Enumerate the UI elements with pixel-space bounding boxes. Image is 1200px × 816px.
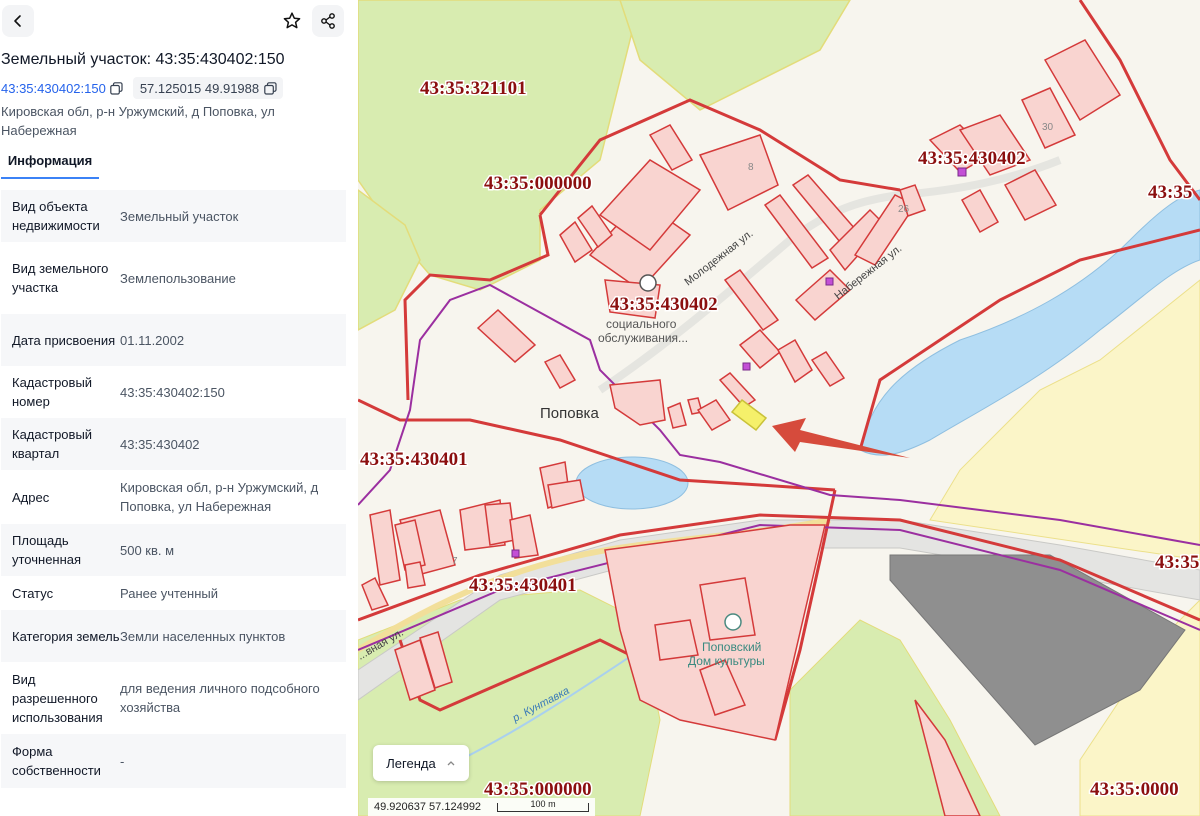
- share-button[interactable]: [312, 5, 344, 37]
- table-row: Категория земель Земли населенных пунктов: [1, 610, 346, 662]
- row-value: 43:35:430402: [120, 436, 200, 452]
- table-row: Кадастровый номер 43:35:430402:150: [1, 366, 346, 418]
- row-key: Вид земельного участка: [12, 261, 109, 295]
- quarter-label: 43:35:430402: [918, 148, 1026, 169]
- row-value: Земельный участок: [120, 208, 239, 224]
- poi-marker: [957, 167, 967, 177]
- cadastral-map[interactable]: 43:35:321101 43:35:000000 43:35:430402 4…: [358, 0, 1200, 816]
- table-row: Вид земельного участка Землепользование: [1, 242, 346, 314]
- poi-marker: [825, 277, 834, 286]
- quarter-label: 43:35:430401: [360, 449, 468, 470]
- row-key: Адрес: [12, 489, 50, 505]
- house-number: 8: [748, 162, 754, 173]
- chevron-up-icon: [447, 761, 455, 766]
- identifier-chips: 43:35:430402:150 57.125015 49.91988: [1, 77, 284, 99]
- table-row: Адрес Кировская обл, р-н Уржумский, д Поп…: [1, 470, 346, 524]
- culture-house-icon: [724, 613, 742, 631]
- table-row: Площадь уточненная 500 кв. м: [1, 524, 346, 576]
- tab-information[interactable]: Информация: [1, 146, 99, 179]
- quarter-label: 43:35: [1148, 182, 1192, 203]
- favorite-button[interactable]: [276, 5, 308, 37]
- row-value: для ведения личного подсобного хозяйства: [120, 681, 320, 715]
- table-row: Вид разрешенного использования для ведени…: [1, 662, 346, 734]
- info-panel: Земельный участок: 43:35:430402:150 43:3…: [0, 0, 358, 816]
- quarter-label: 43:35:430402: [610, 294, 718, 315]
- address-text: Кировская обл, р-н Уржумский, д Поповка,…: [1, 104, 275, 138]
- poi-label: социального: [606, 317, 677, 331]
- coordinates-chip[interactable]: 57.125015 49.91988: [132, 77, 284, 99]
- copy-icon[interactable]: [264, 81, 277, 95]
- scale-label: 100 m: [530, 798, 556, 809]
- chevron-left-icon: [14, 15, 21, 27]
- row-key: Вид объекта недвижимости: [12, 199, 100, 233]
- attributes-table: Вид объекта недвижимости Земельный участо…: [1, 190, 346, 788]
- poi-label: Поповский: [702, 640, 761, 654]
- row-value: -: [120, 753, 125, 769]
- table-row: Форма собственности -: [1, 734, 346, 788]
- row-key: Статус: [12, 585, 54, 601]
- map-canvas[interactable]: 43:35:321101 43:35:000000 43:35:430402 4…: [358, 0, 1200, 816]
- row-key: Категория земель: [12, 628, 120, 644]
- house-number: 30: [1042, 122, 1054, 133]
- cursor-coordinates: 49.920637 57.124992 100 m: [368, 798, 596, 816]
- row-key: Вид разрешенного использования: [12, 671, 103, 725]
- table-row: Дата присвоения 01.11.2002: [1, 314, 346, 366]
- back-button[interactable]: [2, 5, 34, 37]
- share-icon: [321, 13, 335, 29]
- row-value: 500 кв. м: [120, 542, 175, 558]
- table-row: Статус Ранее учтенный: [1, 576, 346, 610]
- row-value: Ранее учтенный: [120, 585, 218, 601]
- poi-label: обслуживания...: [598, 331, 688, 345]
- quarter-label: 43:35:0000: [1090, 779, 1179, 800]
- cadastral-number-link[interactable]: 43:35:430402:150: [1, 77, 127, 99]
- page-title: Земельный участок: 43:35:430402:150: [1, 51, 285, 68]
- row-key: Площадь уточненная: [12, 533, 82, 567]
- row-key: Форма собственности: [12, 744, 101, 778]
- row-value: 43:35:430402:150: [120, 384, 225, 400]
- table-row: Кадастровый квартал 43:35:430402: [1, 418, 346, 470]
- row-key: Кадастровый квартал: [12, 427, 93, 461]
- row-value: 01.11.2002: [120, 332, 185, 348]
- table-row: Вид объекта недвижимости Земельный участо…: [1, 190, 346, 242]
- row-key: Кадастровый номер: [12, 375, 93, 409]
- row-value: Землепользование: [120, 270, 236, 286]
- coordinates-text: 57.125015 49.91988: [139, 80, 260, 96]
- star-icon: [283, 12, 301, 29]
- poi-label: Дом культуры: [688, 654, 765, 668]
- cadastral-number-text: 43:35:430402:150: [1, 80, 106, 96]
- quarter-label: 43:35:321101: [420, 78, 527, 99]
- quarter-label: 43:35: [1155, 552, 1199, 573]
- poi-marker: [742, 362, 751, 371]
- village-label: Поповка: [540, 405, 599, 422]
- quarter-label: 43:35:000000: [484, 173, 592, 194]
- coordinates-readout: 49.920637 57.124992: [374, 801, 482, 813]
- tab-bar: Информация: [1, 146, 346, 180]
- quarter-label: 43:35:000000: [484, 779, 592, 800]
- poi-marker: [511, 549, 520, 558]
- house-number: 7: [452, 556, 458, 567]
- building-icon: [639, 274, 657, 292]
- legend-label: Легенда: [386, 755, 436, 771]
- copy-icon[interactable]: [110, 81, 123, 95]
- panel-toolbar: [0, 0, 358, 46]
- scale-bar: 100 m: [497, 799, 590, 812]
- house-number: 26: [898, 204, 910, 215]
- legend-button[interactable]: Легенда: [373, 745, 469, 781]
- row-value: Земли населенных пунктов: [120, 628, 286, 644]
- quarter-label: 43:35:430401: [469, 575, 577, 596]
- row-value: Кировская обл, р-н Уржумский, д Поповка,…: [120, 480, 319, 514]
- row-key: Дата присвоения: [12, 332, 116, 348]
